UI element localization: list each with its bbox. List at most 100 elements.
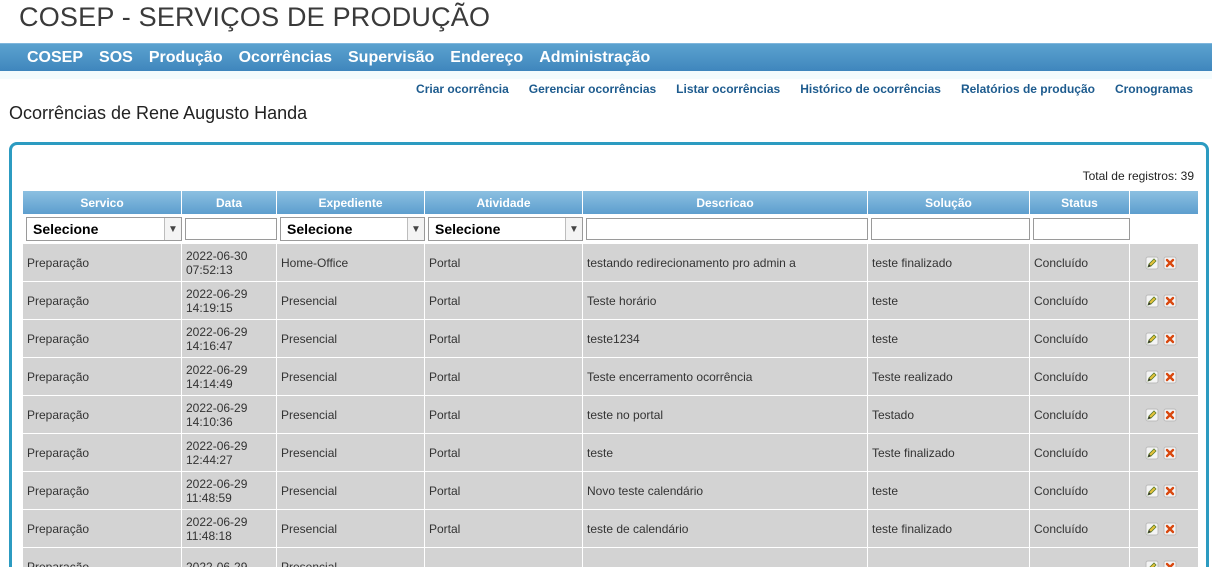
link-cronogramas[interactable]: Cronogramas [1115,82,1193,96]
pencil-edit-icon[interactable] [1145,256,1159,270]
nav-ocorrencias[interactable]: Ocorrências [239,49,332,67]
atividade-filter-select[interactable]: Selecione ▼ [428,217,583,241]
pencil-edit-icon[interactable] [1145,446,1159,460]
nav-cosep[interactable]: COSEP [27,49,83,67]
cell-data: 2022-06-29 14:16:47 [182,320,277,358]
table-row: Preparação 2022-06-29 14:10:36 Presencial Po… [23,396,1199,434]
pencil-edit-icon[interactable] [1145,370,1159,384]
cell-solucao: Teste realizado [868,358,1030,396]
cell-atividade: Portal [425,282,583,320]
cell-expediente: Presencial [277,548,425,567]
pencil-edit-icon[interactable] [1145,484,1159,498]
header-servico[interactable]: Servico [23,191,182,214]
cell-expediente: Presencial [277,396,425,434]
cell-status [1030,548,1130,567]
pencil-edit-icon[interactable] [1145,332,1159,346]
cell-data: 2022-06-29 14:10:36 [182,396,277,434]
delete-x-icon[interactable] [1163,446,1177,460]
link-relatorios-producao[interactable]: Relatórios de produção [961,82,1095,96]
cell-actions [1130,510,1199,548]
header-atividade[interactable]: Atividade [425,191,583,214]
cell-date: 2022-06-29 [186,559,248,567]
cell-data: 2022-06-30 07:52:13 [182,244,277,282]
link-historico-ocorrencias[interactable]: Histórico de ocorrências [800,82,941,96]
cell-data: 2022-06-29 14:14:49 [182,358,277,396]
delete-x-icon[interactable] [1163,560,1177,567]
delete-x-icon[interactable] [1163,522,1177,536]
cell-solucao: Teste finalizado [868,434,1030,472]
cell-data: 2022-06-29 [182,548,277,567]
nav-administracao[interactable]: Administração [539,49,650,67]
pencil-edit-icon[interactable] [1145,294,1159,308]
pencil-edit-icon[interactable] [1145,560,1159,567]
cell-solucao [868,548,1030,567]
occurrences-table: Servico Data Expediente Atividade Descri… [23,191,1199,567]
link-gerenciar-ocorrencias[interactable]: Gerenciar ocorrências [529,82,656,96]
cell-solucao: teste [868,320,1030,358]
header-descricao[interactable]: Descricao [583,191,868,214]
cell-expediente: Home-Office [277,244,425,282]
header-actions [1130,191,1199,214]
table-row: Preparação 2022-06-29 14:19:15 Presencial Po… [23,282,1199,320]
cell-atividade: Portal [425,434,583,472]
cell-descricao: teste [583,434,868,472]
cell-atividade [425,548,583,567]
filter-row: Selecione ▼ Selecione ▼ Selecione ▼ [23,214,1199,244]
header-expediente[interactable]: Expediente [277,191,425,214]
cell-atividade: Portal [425,320,583,358]
cell-atividade: Portal [425,358,583,396]
cell-date: 2022-06-30 [186,248,248,263]
sub-nav: Criar ocorrência Gerenciar ocorrências L… [416,82,1193,96]
cell-expediente: Presencial [277,320,425,358]
delete-x-icon[interactable] [1163,484,1177,498]
cell-descricao [583,548,868,567]
cell-status: Concluído [1030,472,1130,510]
delete-x-icon[interactable] [1163,294,1177,308]
table-row: Preparação 2022-06-29 14:14:49 Presencial Po… [23,358,1199,396]
data-filter-input[interactable] [185,218,277,240]
delete-x-icon[interactable] [1163,408,1177,422]
cell-solucao: teste [868,472,1030,510]
status-filter-input[interactable] [1033,218,1130,240]
chevron-down-icon: ▼ [164,218,181,240]
occurrences-panel: Total de registros: 39 Servico Data Expe… [9,142,1209,567]
pencil-edit-icon[interactable] [1145,522,1159,536]
header-status[interactable]: Status [1030,191,1130,214]
cell-status: Concluído [1030,244,1130,282]
delete-x-icon[interactable] [1163,370,1177,384]
cell-status: Concluído [1030,320,1130,358]
cell-date: 2022-06-29 [186,286,248,301]
link-listar-ocorrencias[interactable]: Listar ocorrências [676,82,780,96]
cell-servico: Preparação [23,548,182,567]
delete-x-icon[interactable] [1163,332,1177,346]
header-solucao[interactable]: Solução [868,191,1030,214]
table-row: Preparação 2022-06-29 Presencial [23,548,1199,567]
cell-servico: Preparação [23,320,182,358]
cell-time: 11:48:18 [186,528,232,543]
cell-status: Concluído [1030,282,1130,320]
descricao-filter-input[interactable] [586,218,868,240]
delete-x-icon[interactable] [1163,256,1177,270]
nav-sos[interactable]: SOS [99,49,133,67]
nav-supervisao[interactable]: Supervisão [348,49,434,67]
cell-servico: Preparação [23,244,182,282]
cell-actions [1130,472,1199,510]
nav-producao[interactable]: Produção [149,49,223,67]
cell-servico: Preparação [23,472,182,510]
cell-solucao: teste [868,282,1030,320]
nav-endereco[interactable]: Endereço [450,49,523,67]
table-row: Preparação 2022-06-29 14:16:47 Presencial Po… [23,320,1199,358]
cell-descricao: Teste encerramento ocorrência [583,358,868,396]
cell-atividade: Portal [425,510,583,548]
cell-solucao: Testado [868,396,1030,434]
solucao-filter-input[interactable] [871,218,1030,240]
pencil-edit-icon[interactable] [1145,408,1159,422]
chevron-down-icon: ▼ [407,218,424,240]
header-data[interactable]: Data [182,191,277,214]
cell-expediente: Presencial [277,472,425,510]
expediente-filter-select[interactable]: Selecione ▼ [280,217,425,241]
cell-data: 2022-06-29 11:48:18 [182,510,277,548]
servico-filter-select[interactable]: Selecione ▼ [26,217,182,241]
link-criar-ocorrencia[interactable]: Criar ocorrência [416,82,509,96]
chevron-down-icon: ▼ [565,218,582,240]
